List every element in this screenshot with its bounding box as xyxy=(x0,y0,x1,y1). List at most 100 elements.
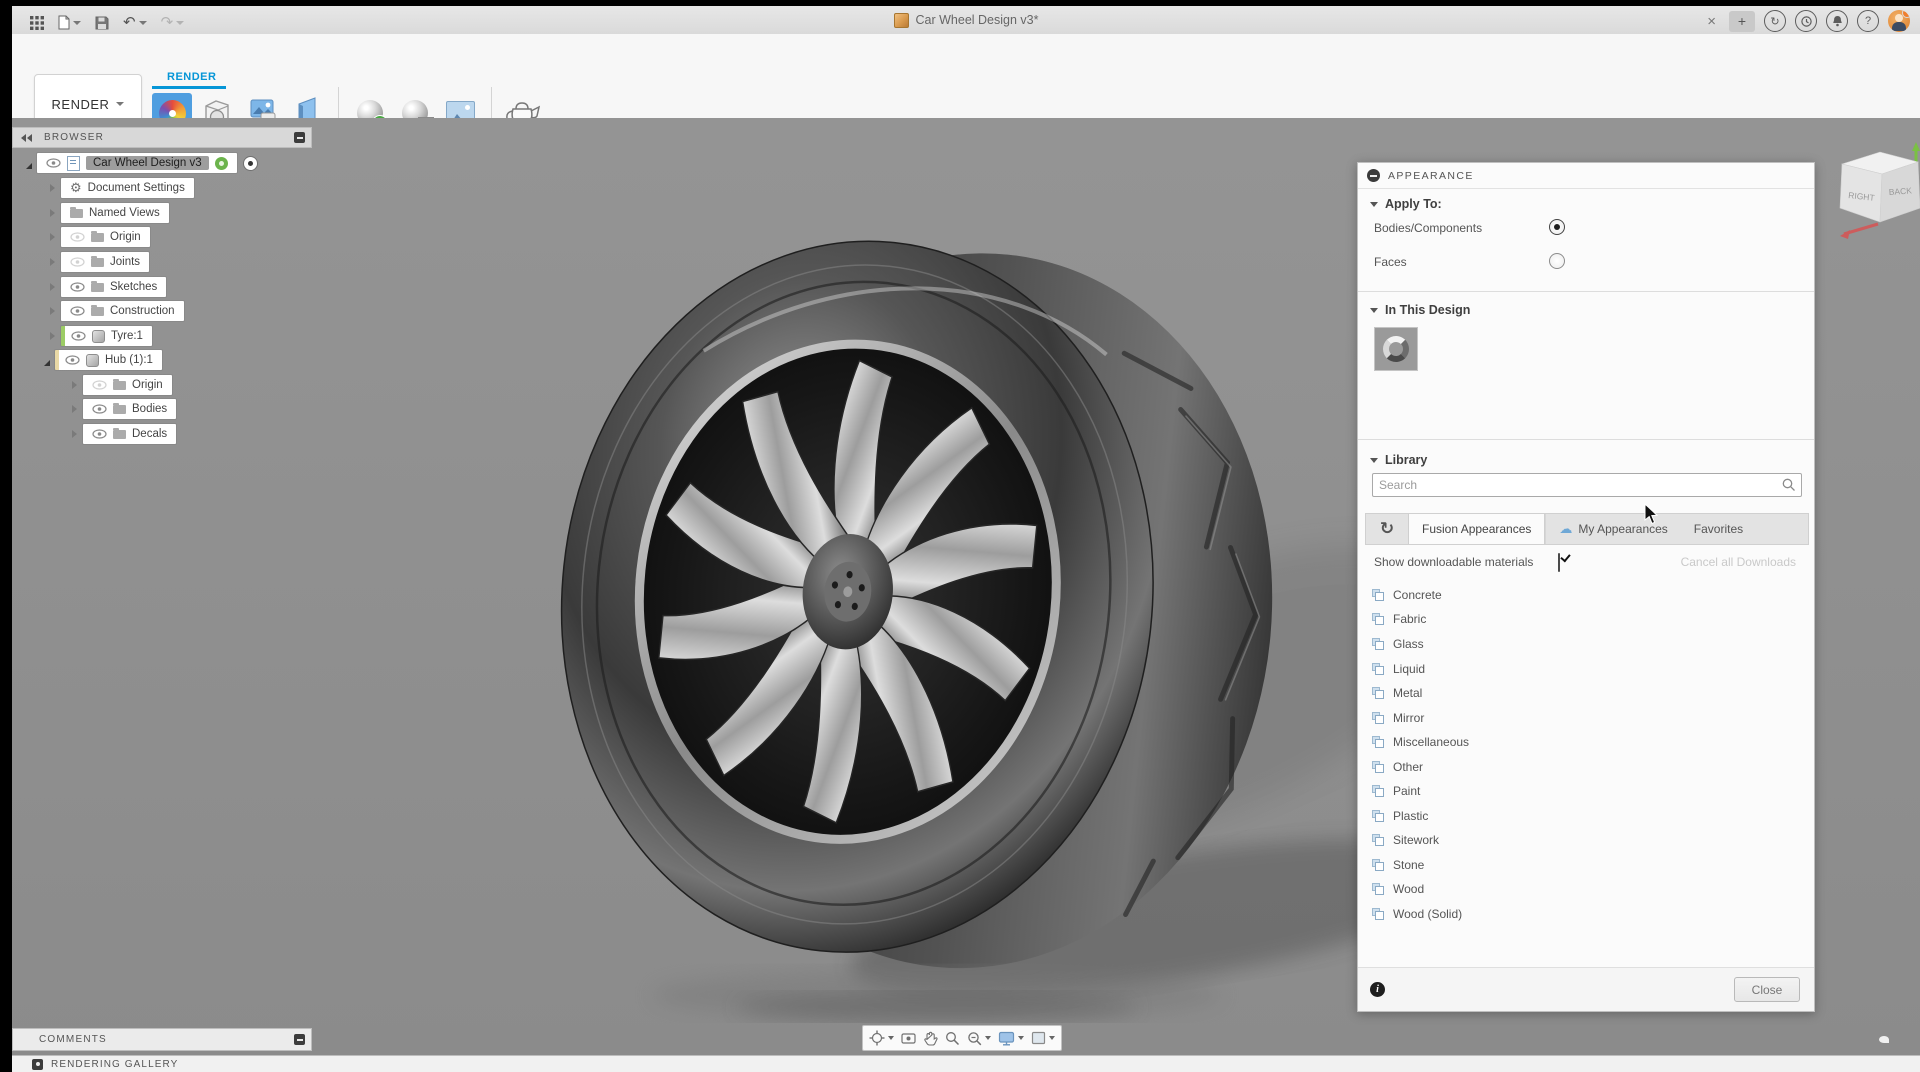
pan-button[interactable] xyxy=(923,1031,938,1046)
collapsed-arrow-icon[interactable] xyxy=(50,332,55,340)
info-icon[interactable]: i xyxy=(1370,982,1385,997)
row-pill[interactable]: Sketches xyxy=(61,277,166,297)
undo-button[interactable]: ↶ xyxy=(123,15,147,30)
close-button[interactable]: Close xyxy=(1734,977,1800,1002)
refresh-icon[interactable]: ↻ xyxy=(1366,514,1408,544)
category-miscellaneous[interactable]: Miscellaneous xyxy=(1372,732,1469,752)
eye-icon[interactable] xyxy=(70,282,85,292)
category-sitework[interactable]: Sitework xyxy=(1372,830,1439,850)
category-liquid[interactable]: Liquid xyxy=(1372,659,1425,679)
panel-menu-icon[interactable] xyxy=(294,1034,305,1045)
panel-menu-icon[interactable] xyxy=(294,132,305,143)
in-this-design-section-header[interactable]: In This Design xyxy=(1370,303,1470,317)
appearance-panel-header[interactable]: APPEARANCE xyxy=(1358,163,1814,189)
collapse-panel-icon[interactable] xyxy=(21,134,32,142)
row-pill[interactable]: Joints xyxy=(61,252,149,272)
browser-row-tyre[interactable]: Tyre:1 xyxy=(50,326,152,346)
row-pill[interactable]: Construction xyxy=(61,301,184,321)
eye-icon[interactable] xyxy=(71,331,86,341)
collapsed-arrow-icon[interactable] xyxy=(72,430,77,438)
row-pill[interactable]: Origin xyxy=(61,227,150,247)
notifications-bell-icon[interactable] xyxy=(1826,10,1848,32)
category-glass[interactable]: Glass xyxy=(1372,634,1424,654)
bodies-components-radio[interactable] xyxy=(1549,219,1565,235)
row-pill[interactable]: Hub (1):1 xyxy=(55,350,162,370)
expanded-arrow-icon[interactable] xyxy=(26,157,32,169)
library-search[interactable] xyxy=(1372,473,1802,497)
browser-panel-header[interactable]: BROWSER xyxy=(12,127,312,148)
browser-row-construction[interactable]: Construction xyxy=(50,301,184,321)
orbit-button[interactable] xyxy=(869,1030,894,1046)
row-pill[interactable]: Named Views xyxy=(61,203,169,223)
collapsed-arrow-icon[interactable] xyxy=(50,283,55,291)
avatar[interactable] xyxy=(1888,10,1910,32)
eye-icon[interactable] xyxy=(92,404,107,414)
recent-clock-icon[interactable] xyxy=(1795,10,1817,32)
view-cube[interactable]: RIGHT BACK xyxy=(1834,142,1920,246)
viewports-button[interactable] xyxy=(1031,1031,1055,1045)
category-other[interactable]: Other xyxy=(1372,757,1423,777)
collapsed-arrow-icon[interactable] xyxy=(72,405,77,413)
category-paint[interactable]: Paint xyxy=(1372,781,1420,801)
close-tab-button[interactable]: × xyxy=(1703,13,1720,30)
category-wood-solid[interactable]: Wood (Solid) xyxy=(1372,904,1462,924)
show-downloadable-checkbox[interactable] xyxy=(1558,553,1560,572)
browser-row-named-views[interactable]: Named Views xyxy=(50,203,169,223)
new-tab-button[interactable]: + xyxy=(1729,11,1755,32)
collapsed-arrow-icon[interactable] xyxy=(50,233,55,241)
tab-favorites[interactable]: Favorites xyxy=(1681,514,1756,544)
browser-row-sketches[interactable]: Sketches xyxy=(50,277,166,297)
row-pill[interactable]: Origin xyxy=(83,375,172,395)
category-concrete[interactable]: Concrete xyxy=(1372,585,1442,605)
save-icon[interactable] xyxy=(95,16,109,30)
file-menu-button[interactable] xyxy=(58,15,81,30)
look-at-button[interactable] xyxy=(901,1031,916,1045)
category-wood[interactable]: Wood xyxy=(1372,879,1424,899)
browser-row-hub[interactable]: Hub (1):1 xyxy=(44,350,162,370)
collapsed-arrow-icon[interactable] xyxy=(50,307,55,315)
collapsed-arrow-icon[interactable] xyxy=(50,258,55,266)
fit-button[interactable] xyxy=(967,1031,991,1046)
help-button[interactable]: ? xyxy=(1857,10,1879,32)
job-status-icon[interactable]: ↻ xyxy=(1764,10,1786,32)
expanded-arrow-icon[interactable] xyxy=(44,354,50,366)
row-pill[interactable]: Tyre:1 xyxy=(61,326,152,346)
category-mirror[interactable]: Mirror xyxy=(1372,708,1424,728)
browser-row-document-settings[interactable]: ⚙ Document Settings xyxy=(50,178,194,198)
browser-row-hub-origin[interactable]: Origin xyxy=(72,375,172,395)
redo-button[interactable]: ↷ xyxy=(161,15,185,30)
zoom-button[interactable] xyxy=(945,1031,960,1046)
collapsed-arrow-icon[interactable] xyxy=(72,381,77,389)
eye-icon[interactable] xyxy=(70,306,85,316)
apply-to-section-header[interactable]: Apply To: xyxy=(1370,197,1442,211)
eye-icon[interactable] xyxy=(92,429,107,439)
collapsed-arrow-icon[interactable] xyxy=(50,184,55,192)
tab-fusion-appearances[interactable]: Fusion Appearances xyxy=(1408,514,1545,544)
category-fabric[interactable]: Fabric xyxy=(1372,609,1426,629)
library-section-header[interactable]: Library xyxy=(1370,453,1427,467)
faces-radio[interactable] xyxy=(1549,253,1565,269)
search-input[interactable] xyxy=(1373,478,1782,492)
browser-root-row[interactable]: Car Wheel Design v3 xyxy=(26,153,258,173)
comments-panel-header[interactable]: COMMENTS xyxy=(12,1028,312,1051)
category-metal[interactable]: Metal xyxy=(1372,683,1422,703)
browser-root-pill[interactable]: Car Wheel Design v3 xyxy=(37,153,237,173)
row-pill[interactable]: Bodies xyxy=(83,399,176,419)
eye-icon[interactable] xyxy=(46,158,61,168)
panel-grip-icon[interactable] xyxy=(1367,169,1380,182)
activate-component-radio[interactable] xyxy=(243,156,258,171)
app-grid-icon[interactable] xyxy=(30,16,44,30)
tab-render[interactable]: RENDER xyxy=(167,71,216,83)
eye-icon[interactable] xyxy=(65,355,80,365)
browser-row-hub-bodies[interactable]: Bodies xyxy=(72,399,176,419)
browser-row-joints[interactable]: Joints xyxy=(50,252,149,272)
category-stone[interactable]: Stone xyxy=(1372,855,1424,875)
collapsed-arrow-icon[interactable] xyxy=(50,209,55,217)
row-pill[interactable]: ⚙ Document Settings xyxy=(61,178,194,198)
category-plastic[interactable]: Plastic xyxy=(1372,806,1428,826)
design-appearance-swatch[interactable] xyxy=(1374,327,1418,371)
browser-row-hub-decals[interactable]: Decals xyxy=(72,424,176,444)
eye-off-icon[interactable] xyxy=(70,257,85,267)
row-pill[interactable]: Decals xyxy=(83,424,176,444)
eye-off-icon[interactable] xyxy=(70,232,85,242)
